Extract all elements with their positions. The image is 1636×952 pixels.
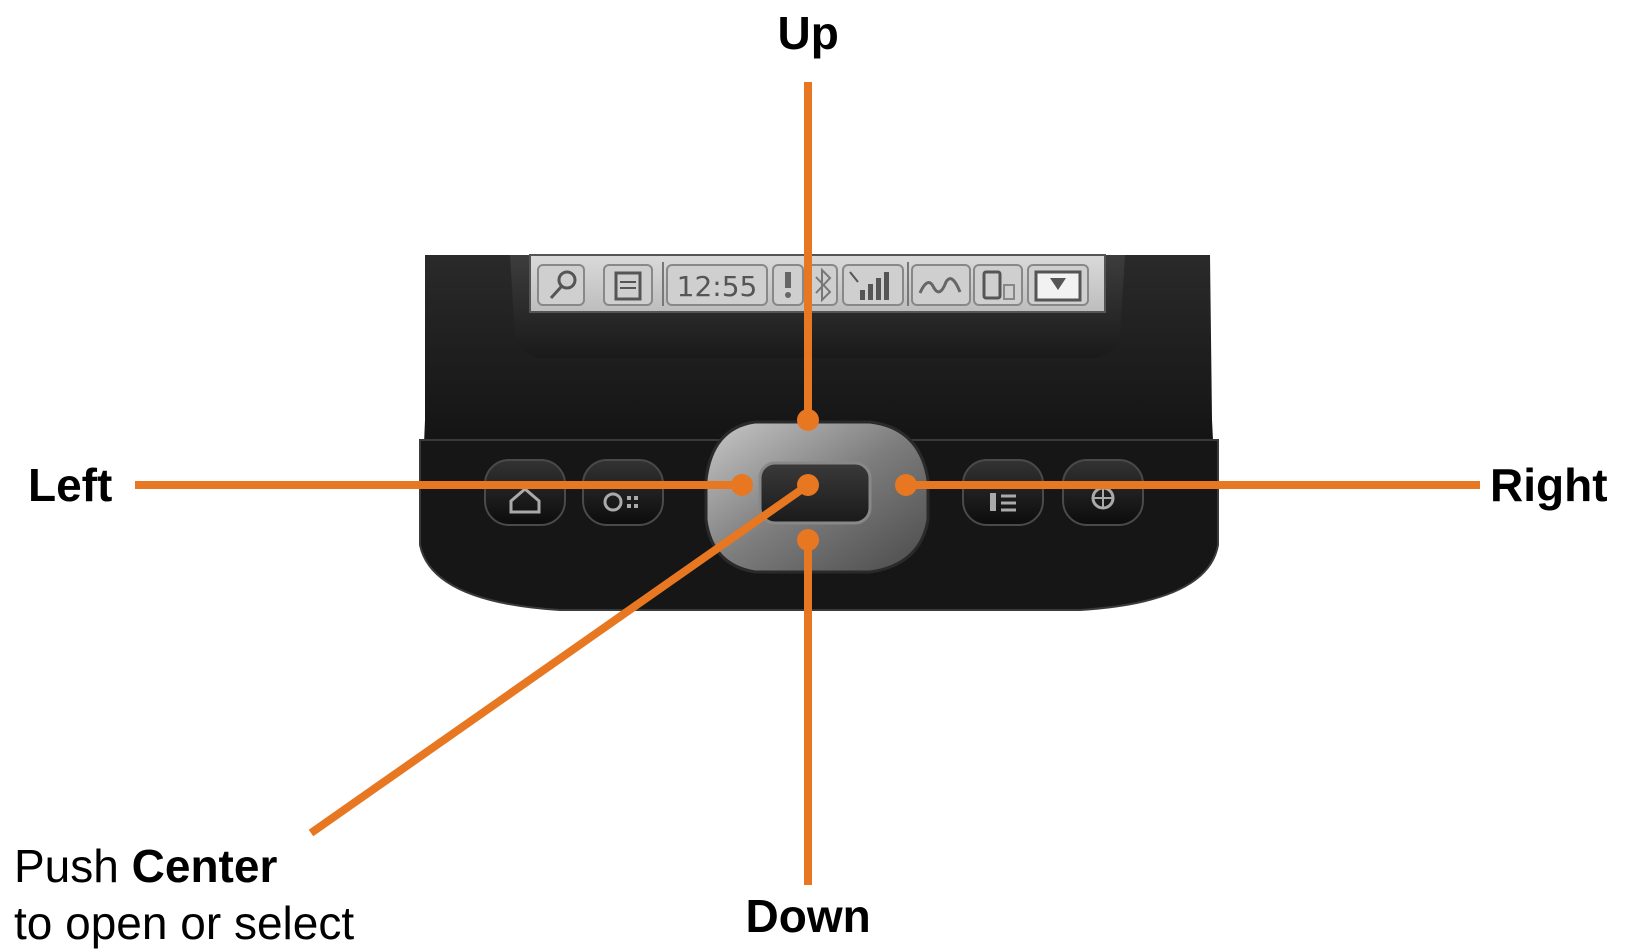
callout-dot-center bbox=[797, 474, 819, 496]
search-icon[interactable] bbox=[537, 264, 585, 306]
alert-icon[interactable] bbox=[772, 264, 804, 306]
contacts-icon bbox=[990, 493, 996, 511]
label-down: Down bbox=[745, 890, 871, 942]
callout-dot-down bbox=[797, 529, 819, 551]
center-note-line2: to open or select bbox=[14, 897, 355, 949]
home-button[interactable] bbox=[484, 459, 566, 526]
input-tray-icon[interactable] bbox=[1027, 264, 1089, 306]
signal-icon[interactable] bbox=[842, 264, 904, 306]
label-left: Left bbox=[28, 459, 113, 511]
notes-icon[interactable] bbox=[603, 264, 653, 306]
center-note-bold: Center bbox=[131, 840, 278, 892]
callout-dot-right bbox=[895, 474, 917, 496]
diagram: 12:55 Up Left Right Down Push Center to … bbox=[0, 0, 1636, 950]
contacts-button[interactable] bbox=[962, 459, 1044, 526]
clock-time: 12:55 bbox=[677, 270, 758, 303]
center-note-prefix: Push bbox=[14, 840, 132, 892]
device-illustration: 12:55 bbox=[135, 82, 1480, 885]
center-note: Push Center to open or select bbox=[14, 838, 354, 952]
web-button[interactable] bbox=[1062, 459, 1144, 526]
device-icon[interactable] bbox=[973, 264, 1023, 306]
clock-display[interactable]: 12:55 bbox=[666, 264, 768, 306]
label-right: Right bbox=[1490, 459, 1608, 511]
callout-dot-left bbox=[731, 474, 753, 496]
callout-dot-up bbox=[797, 409, 819, 431]
calendar-button[interactable] bbox=[582, 459, 664, 526]
label-up: Up bbox=[777, 7, 839, 59]
graffiti-icon[interactable] bbox=[911, 264, 971, 306]
